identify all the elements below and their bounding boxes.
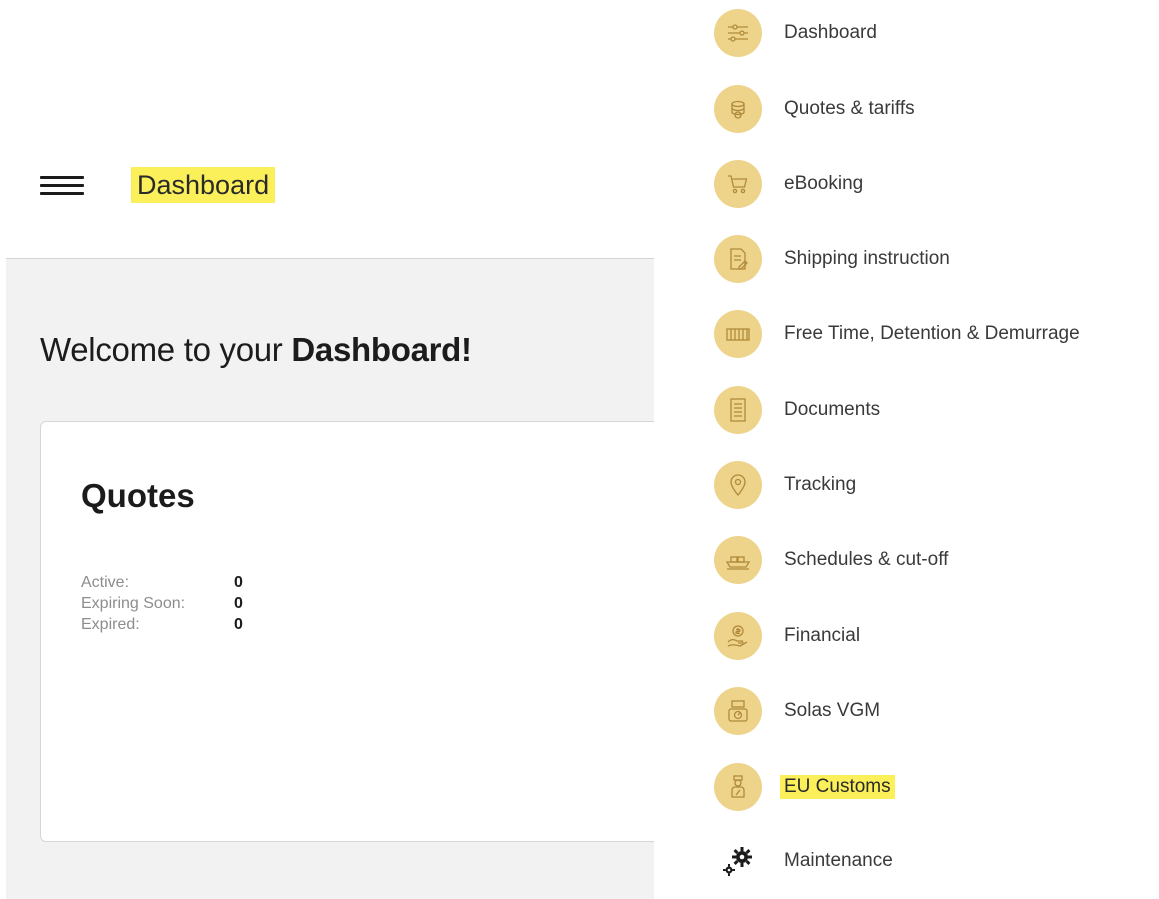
money-hand-icon [714, 612, 762, 660]
stat-label: Expired: [81, 616, 140, 633]
scale-icon [714, 687, 762, 735]
stat-label: Expiring Soon: [81, 595, 186, 612]
stat-value: 0 [234, 616, 243, 633]
page-title: Dashboard [131, 167, 276, 203]
menu-item-schedules-cut-off[interactable]: Schedules & cut-off [714, 533, 1159, 587]
menu-item-label: Quotes & tariffs [784, 98, 915, 119]
stat-row-expired: Expired: 0 [81, 614, 243, 635]
cart-icon [714, 160, 762, 208]
quotes-stats: Active: 0 Expiring Soon: 0 Expired: 0 [81, 572, 243, 635]
menu-item-documents[interactable]: Documents [714, 383, 1159, 437]
quotes-card[interactable]: Quotes Active: 0 Expiring Soon: 0 Expire… [40, 421, 680, 842]
menu-item-financial[interactable]: Financial [714, 609, 1159, 663]
stat-row-expiring-soon: Expiring Soon: 0 [81, 593, 243, 614]
menu-item-label: Schedules & cut-off [784, 549, 949, 570]
welcome-emphasis: Dashboard! [291, 331, 472, 368]
gears-icon [714, 837, 762, 885]
customs-officer-icon [714, 763, 762, 811]
menu-item-solas-vgm[interactable]: Solas VGM [714, 684, 1159, 738]
menu-item-label: Free Time, Detention & Demurrage [784, 323, 1080, 344]
menu-item-quotes-tariffs[interactable]: Quotes & tariffs [714, 82, 1159, 136]
container-icon [714, 310, 762, 358]
menu-item-tracking[interactable]: Tracking [714, 458, 1159, 512]
dashboard-content: Welcome to your Dashboard! Quotes Active… [6, 258, 680, 899]
menu-item-shipping-instruction[interactable]: Shipping instruction [714, 232, 1159, 286]
sliders-icon [714, 9, 762, 57]
welcome-prefix: Welcome to your [40, 331, 292, 368]
menu-item-label: Tracking [784, 474, 857, 495]
main-pane: Dashboard Welcome to your Dashboard! Quo… [0, 0, 680, 899]
menu-item-label: eBooking [784, 173, 864, 194]
menu-item-label: Maintenance [784, 850, 893, 871]
stat-row-active: Active: 0 [81, 572, 243, 593]
quotes-card-title: Quotes [81, 477, 195, 514]
coin-stack-icon [714, 85, 762, 133]
menu-item-dashboard[interactable]: Dashboard [714, 6, 1159, 60]
menu-item-ebooking[interactable]: eBooking [714, 157, 1159, 211]
document-edit-icon [714, 235, 762, 283]
stat-label: Active: [81, 574, 130, 591]
menu-item-label: Shipping instruction [784, 248, 950, 269]
stat-value: 0 [234, 574, 243, 591]
menu-item-label: EU Customs [780, 775, 895, 799]
location-pin-icon [714, 461, 762, 509]
stat-value: 0 [234, 595, 243, 612]
menu-item-label: Dashboard [784, 22, 877, 43]
documents-icon [714, 386, 762, 434]
menu-item-label: Financial [784, 625, 861, 646]
ship-icon [714, 536, 762, 584]
hamburger-menu-icon[interactable] [40, 174, 84, 198]
menu-item-free-time-detention-demurrage[interactable]: Free Time, Detention & Demurrage [714, 307, 1159, 361]
menu-item-maintenance[interactable]: Maintenance [714, 834, 1159, 888]
menu-item-eu-customs[interactable]: EU Customs [714, 760, 1159, 814]
top-bar: Dashboard [0, 0, 654, 258]
navigation-menu: Dashboard Quotes & tariffs eBooking Ship… [654, 0, 1159, 899]
menu-item-label: Documents [784, 399, 881, 420]
menu-item-label: Solas VGM [784, 700, 881, 721]
welcome-heading: Welcome to your Dashboard! [40, 331, 472, 369]
